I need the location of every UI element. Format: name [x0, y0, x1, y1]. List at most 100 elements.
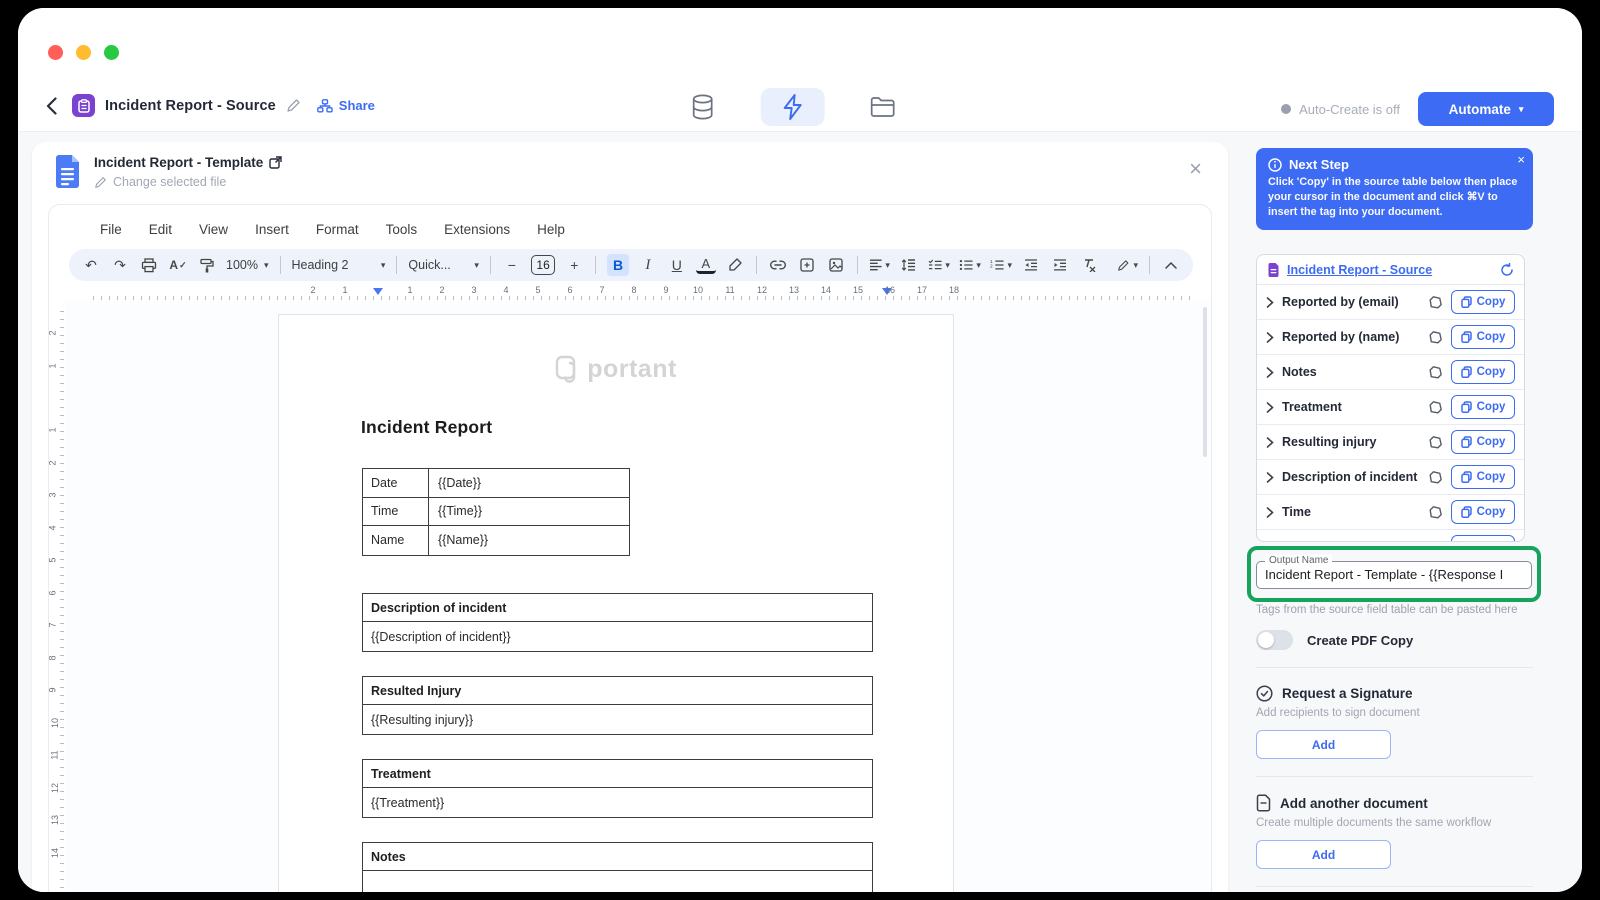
checklist-icon[interactable]: ▾	[928, 254, 950, 276]
paint-format-icon[interactable]	[197, 254, 217, 276]
editing-mode-icon[interactable]: ▾	[1117, 254, 1138, 276]
create-pdf-toggle[interactable]	[1256, 630, 1293, 650]
copy-tag-button[interactable]: Copy	[1451, 535, 1515, 542]
source-doc-icon	[1267, 262, 1280, 278]
add-signer-button[interactable]: Add	[1256, 730, 1391, 759]
vertical-ruler[interactable]: 211234567891011121314	[49, 301, 65, 892]
chevron-right-icon[interactable]	[1266, 437, 1274, 448]
section-tag-value: {{Treatment}}	[363, 788, 872, 817]
paragraph-style-select[interactable]: Heading 2▾	[292, 258, 386, 272]
increase-font-icon[interactable]: +	[564, 254, 584, 276]
add-document-subtitle: Create multiple documents the same workf…	[1256, 817, 1552, 829]
collapse-toolbar-icon[interactable]	[1161, 254, 1181, 276]
menu-tools[interactable]: Tools	[386, 222, 418, 237]
open-external-icon[interactable]	[269, 156, 282, 169]
menu-extensions[interactable]: Extensions	[444, 222, 510, 237]
undo-icon[interactable]: ↶	[81, 254, 101, 276]
left-indent-marker[interactable]	[373, 288, 383, 295]
ruler-number: 7	[48, 622, 58, 627]
change-selected-file-button[interactable]: Change selected file	[94, 175, 226, 189]
add-comment-icon[interactable]	[797, 254, 817, 276]
text-color-button[interactable]: A	[696, 257, 716, 274]
refresh-icon[interactable]	[1500, 263, 1514, 277]
tag-icon[interactable]	[1428, 400, 1443, 415]
tag-icon[interactable]	[1428, 365, 1443, 380]
italic-button[interactable]: I	[638, 254, 658, 276]
section-header: Notes	[363, 843, 872, 871]
chevron-right-icon[interactable]	[1266, 332, 1274, 343]
back-button[interactable]	[40, 95, 62, 117]
info-tag-value: {{Name}}	[429, 526, 629, 555]
numbered-list-icon[interactable]: 12▾	[990, 254, 1012, 276]
chevron-down-icon: ▾	[1519, 104, 1524, 115]
tag-icon[interactable]	[1428, 435, 1443, 450]
clear-formatting-icon[interactable]	[1079, 254, 1099, 276]
menu-edit[interactable]: Edit	[149, 222, 172, 237]
chevron-right-icon[interactable]	[1266, 367, 1274, 378]
close-icon[interactable]: ×	[1189, 158, 1202, 180]
tag-icon[interactable]	[1428, 505, 1443, 520]
chevron-right-icon[interactable]	[1266, 472, 1274, 483]
chevron-right-icon[interactable]	[1266, 402, 1274, 413]
copy-tag-button[interactable]: Copy	[1451, 290, 1515, 314]
copy-tag-button[interactable]: Copy	[1451, 395, 1515, 419]
menu-file[interactable]: File	[100, 222, 122, 237]
decrease-indent-icon[interactable]	[1021, 254, 1041, 276]
copy-tag-button[interactable]: Copy	[1451, 325, 1515, 349]
edit-title-icon[interactable]	[286, 98, 301, 113]
print-icon[interactable]	[139, 254, 159, 276]
copy-tag-button[interactable]: Copy	[1451, 360, 1515, 384]
copy-icon	[1461, 506, 1472, 518]
tag-icon[interactable]	[1428, 470, 1443, 485]
automation-tab[interactable]	[761, 88, 825, 126]
insert-link-icon[interactable]	[768, 254, 788, 276]
align-icon[interactable]: ▾	[869, 254, 890, 276]
request-signature-section: Request a Signature Add recipients to si…	[1256, 685, 1552, 759]
zoom-select[interactable]: 100%▾	[226, 258, 269, 272]
chevron-right-icon[interactable]	[1266, 297, 1274, 308]
redo-icon[interactable]: ↷	[110, 254, 130, 276]
close-window-button[interactable]	[48, 45, 63, 60]
tag-icon[interactable]	[1428, 295, 1443, 310]
info-label: Name	[363, 526, 429, 555]
chevron-right-icon[interactable]	[1266, 542, 1274, 543]
close-icon[interactable]: ×	[1517, 152, 1525, 167]
document-page[interactable]: portant Incident Report Date{{Date}}Time…	[278, 314, 954, 892]
automate-button[interactable]: Automate ▾	[1418, 92, 1554, 126]
scrollbar-thumb[interactable]	[1203, 307, 1207, 457]
decrease-font-icon[interactable]: −	[502, 254, 522, 276]
content-area: Incident Report - Template Change select…	[18, 132, 1582, 892]
font-size-input[interactable]: 16	[531, 255, 556, 275]
tag-icon[interactable]	[1428, 330, 1443, 345]
menu-insert[interactable]: Insert	[255, 222, 289, 237]
zoom-window-button[interactable]	[104, 45, 119, 60]
menu-format[interactable]: Format	[316, 222, 359, 237]
copy-tag-button[interactable]: Copy	[1451, 500, 1515, 524]
share-button[interactable]: Share	[317, 98, 375, 113]
copy-tag-button[interactable]: Copy	[1451, 465, 1515, 489]
horizontal-ruler[interactable]: 21123456789101112131415161718	[69, 285, 1193, 301]
bulleted-list-icon[interactable]: ▾	[959, 254, 981, 276]
source-link[interactable]: Incident Report - Source	[1287, 263, 1493, 277]
template-document-card: Incident Report - Template Change select…	[32, 142, 1228, 892]
output-name-field[interactable]: Output Name Incident Report - Template -…	[1256, 561, 1532, 589]
output-name-helper: Tags from the source field table can be …	[1256, 604, 1552, 616]
tag-icon[interactable]	[1428, 540, 1443, 543]
increase-indent-icon[interactable]	[1050, 254, 1070, 276]
bold-button[interactable]: B	[607, 254, 629, 276]
minimize-window-button[interactable]	[76, 45, 91, 60]
spellcheck-icon[interactable]: A✓	[168, 254, 188, 276]
output-name-value[interactable]: Incident Report - Template - {{Response …	[1257, 562, 1531, 588]
underline-button[interactable]: U	[667, 254, 687, 276]
line-spacing-icon[interactable]	[899, 254, 919, 276]
highlight-color-icon[interactable]	[725, 254, 745, 276]
font-family-select[interactable]: Quick...▾	[408, 258, 478, 272]
menu-help[interactable]: Help	[537, 222, 565, 237]
copy-tag-button[interactable]: Copy	[1451, 430, 1515, 454]
chevron-right-icon[interactable]	[1266, 507, 1274, 518]
output-folder-tab[interactable]	[851, 88, 915, 126]
source-data-tab[interactable]	[671, 88, 735, 126]
insert-image-icon[interactable]	[826, 254, 846, 276]
menu-view[interactable]: View	[199, 222, 228, 237]
add-document-button[interactable]: Add	[1256, 840, 1391, 869]
